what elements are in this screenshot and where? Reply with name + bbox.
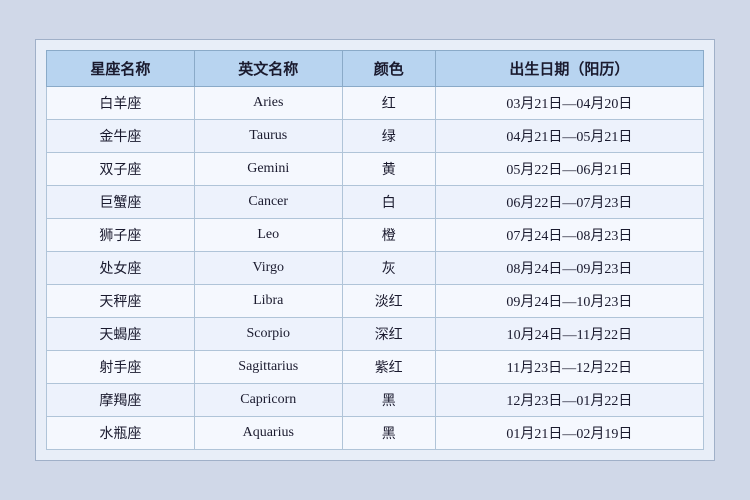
cell-english-name: Taurus (194, 120, 342, 153)
header-chinese-name: 星座名称 (47, 51, 195, 87)
cell-english-name: Libra (194, 285, 342, 318)
cell-color: 黄 (342, 153, 435, 186)
table-row: 狮子座Leo橙07月24日—08月23日 (47, 219, 704, 252)
cell-chinese-name: 摩羯座 (47, 384, 195, 417)
cell-dates: 03月21日—04月20日 (435, 87, 703, 120)
cell-chinese-name: 射手座 (47, 351, 195, 384)
cell-chinese-name: 天蝎座 (47, 318, 195, 351)
cell-english-name: Cancer (194, 186, 342, 219)
cell-dates: 10月24日—11月22日 (435, 318, 703, 351)
cell-dates: 07月24日—08月23日 (435, 219, 703, 252)
table-row: 射手座Sagittarius紫红11月23日—12月22日 (47, 351, 704, 384)
cell-chinese-name: 处女座 (47, 252, 195, 285)
header-english-name: 英文名称 (194, 51, 342, 87)
cell-dates: 05月22日—06月21日 (435, 153, 703, 186)
table-row: 金牛座Taurus绿04月21日—05月21日 (47, 120, 704, 153)
cell-dates: 08月24日—09月23日 (435, 252, 703, 285)
cell-chinese-name: 双子座 (47, 153, 195, 186)
table-header-row: 星座名称 英文名称 颜色 出生日期（阳历） (47, 51, 704, 87)
cell-color: 淡红 (342, 285, 435, 318)
cell-color: 橙 (342, 219, 435, 252)
table-row: 天蝎座Scorpio深红10月24日—11月22日 (47, 318, 704, 351)
cell-dates: 04月21日—05月21日 (435, 120, 703, 153)
zodiac-table-container: 星座名称 英文名称 颜色 出生日期（阳历） 白羊座Aries红03月21日—04… (35, 39, 715, 461)
cell-english-name: Leo (194, 219, 342, 252)
zodiac-table: 星座名称 英文名称 颜色 出生日期（阳历） 白羊座Aries红03月21日—04… (46, 50, 704, 450)
cell-english-name: Gemini (194, 153, 342, 186)
cell-color: 深红 (342, 318, 435, 351)
cell-chinese-name: 金牛座 (47, 120, 195, 153)
cell-color: 灰 (342, 252, 435, 285)
table-row: 处女座Virgo灰08月24日—09月23日 (47, 252, 704, 285)
cell-chinese-name: 巨蟹座 (47, 186, 195, 219)
table-row: 巨蟹座Cancer白06月22日—07月23日 (47, 186, 704, 219)
cell-color: 紫红 (342, 351, 435, 384)
cell-color: 黑 (342, 384, 435, 417)
cell-chinese-name: 白羊座 (47, 87, 195, 120)
table-row: 摩羯座Capricorn黑12月23日—01月22日 (47, 384, 704, 417)
cell-chinese-name: 天秤座 (47, 285, 195, 318)
cell-color: 红 (342, 87, 435, 120)
cell-english-name: Virgo (194, 252, 342, 285)
cell-english-name: Sagittarius (194, 351, 342, 384)
cell-dates: 06月22日—07月23日 (435, 186, 703, 219)
cell-color: 绿 (342, 120, 435, 153)
cell-dates: 12月23日—01月22日 (435, 384, 703, 417)
header-color: 颜色 (342, 51, 435, 87)
cell-chinese-name: 水瓶座 (47, 417, 195, 450)
table-row: 双子座Gemini黄05月22日—06月21日 (47, 153, 704, 186)
cell-dates: 09月24日—10月23日 (435, 285, 703, 318)
cell-chinese-name: 狮子座 (47, 219, 195, 252)
cell-dates: 01月21日—02月19日 (435, 417, 703, 450)
cell-english-name: Scorpio (194, 318, 342, 351)
table-row: 白羊座Aries红03月21日—04月20日 (47, 87, 704, 120)
table-row: 水瓶座Aquarius黑01月21日—02月19日 (47, 417, 704, 450)
cell-color: 白 (342, 186, 435, 219)
table-row: 天秤座Libra淡红09月24日—10月23日 (47, 285, 704, 318)
cell-color: 黑 (342, 417, 435, 450)
header-dates: 出生日期（阳历） (435, 51, 703, 87)
cell-english-name: Capricorn (194, 384, 342, 417)
cell-english-name: Aries (194, 87, 342, 120)
cell-dates: 11月23日—12月22日 (435, 351, 703, 384)
table-body: 白羊座Aries红03月21日—04月20日金牛座Taurus绿04月21日—0… (47, 87, 704, 450)
cell-english-name: Aquarius (194, 417, 342, 450)
